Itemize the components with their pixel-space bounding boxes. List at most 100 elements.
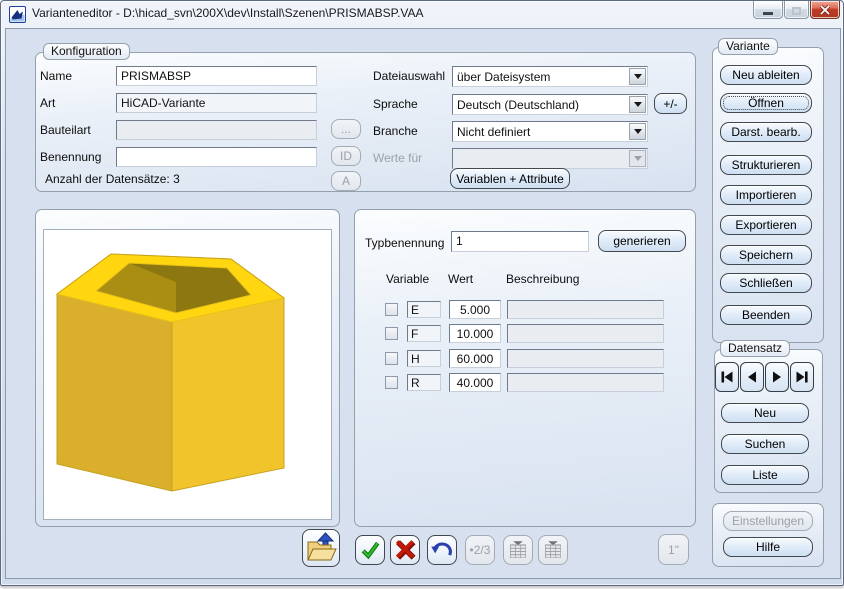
benennung-input[interactable] (116, 147, 317, 167)
benennung-label: Benennung (40, 150, 102, 164)
einstellungen-button: Einstellungen (723, 511, 813, 531)
variable-name-field: H (407, 350, 441, 367)
variablen-attribute-button[interactable]: Variablen + Attribute (450, 168, 570, 189)
table-view-button-1 (503, 535, 533, 565)
datensatz-neu-button[interactable]: Neu (721, 403, 809, 423)
varianteneditor-window: Varianteneditor - D:\hicad_svn\200X\dev\… (0, 0, 844, 586)
art-field: HiCAD-Variante (116, 93, 317, 113)
cancel-button[interactable] (390, 535, 420, 565)
branche-combobox[interactable]: Nicht definiert (452, 121, 648, 142)
app-icon (9, 6, 26, 23)
variante-group-caption: Variante (718, 38, 778, 55)
nav-first-icon (721, 371, 733, 383)
row-checkbox[interactable] (385, 352, 398, 365)
generieren-button[interactable]: generieren (598, 230, 686, 252)
typbenennung-label: Typbenennung (365, 236, 445, 250)
darst-bearb-button[interactable]: Darst. bearb. (720, 122, 812, 142)
art-label: Art (40, 96, 56, 110)
preview-3d-prism (55, 253, 286, 492)
minimize-icon (763, 11, 773, 15)
importieren-button[interactable]: Importieren (720, 185, 812, 205)
nav-previous-icon (748, 371, 756, 383)
a-button: A (331, 171, 361, 191)
maximize-button (784, 1, 809, 19)
name-label: Name (40, 69, 73, 83)
variable-name-field: F (407, 325, 441, 342)
sprache-dropdown-button[interactable] (629, 96, 646, 113)
datensatz-suchen-button[interactable]: Suchen (721, 434, 809, 454)
dateiauswahl-dropdown-button[interactable] (629, 68, 646, 85)
beschreibung-field (507, 324, 664, 343)
maximize-icon (792, 6, 801, 15)
strukturieren-button[interactable]: Strukturieren (720, 155, 812, 175)
row-checkbox[interactable] (385, 376, 398, 389)
wert-input[interactable]: 60.000 (449, 349, 501, 368)
name-input[interactable]: PRISMABSP (116, 66, 317, 86)
typ-group (354, 209, 696, 527)
chevron-down-icon (633, 74, 642, 79)
neu-ableiten-button[interactable]: Neu ableiten (720, 65, 812, 85)
table-view-button-2 (538, 535, 568, 565)
branche-dropdown-button[interactable] (629, 123, 646, 140)
anzahl-datensaetze-text: Anzahl der Datensätze: 3 (45, 172, 180, 186)
speichern-button[interactable]: Speichern (720, 245, 812, 265)
close-button[interactable] (810, 1, 840, 19)
sprache-plusminus-button[interactable]: +/- (654, 93, 687, 114)
sprache-label: Sprache (373, 97, 418, 111)
cancel-x-icon (395, 540, 416, 560)
datensatz-liste-button[interactable]: Liste (721, 465, 809, 485)
bauteilart-browse-button: ... (331, 119, 361, 139)
beschreibung-field (507, 349, 664, 368)
wert-input[interactable]: 10.000 (449, 324, 501, 343)
inch-unit-button: 1" (658, 534, 689, 565)
table-view-icon (510, 541, 526, 558)
record-previous-button[interactable] (740, 362, 764, 392)
undo-button[interactable] (427, 535, 457, 565)
oeffnen-button[interactable]: Öffnen (720, 93, 812, 113)
table-view-icon (545, 541, 561, 558)
minimize-button[interactable] (753, 1, 783, 19)
wertefuer-combobox (452, 148, 648, 169)
chevron-down-icon (633, 102, 642, 107)
preview-3d-viewport (43, 229, 332, 520)
row-checkbox[interactable] (385, 303, 398, 316)
load-from-file-button[interactable] (302, 529, 340, 567)
window-title: Varianteneditor - D:\hicad_svn\200X\dev\… (32, 6, 424, 20)
check-icon (361, 541, 380, 560)
record-last-button[interactable] (790, 362, 814, 392)
folder-upload-icon (307, 532, 337, 561)
wert-input[interactable]: 5.000 (449, 300, 501, 319)
dialog-client-area: Konfiguration Name PRISMABSP Art HiCAD-V… (5, 28, 841, 579)
wertefuer-label: Werte für (373, 151, 423, 165)
row-checkbox[interactable] (385, 327, 398, 340)
dateiauswahl-label: Dateiauswahl (373, 69, 446, 83)
variable-name-field: R (407, 374, 441, 391)
dateiauswahl-combobox[interactable]: über Dateisystem (452, 66, 648, 87)
column-header-wert: Wert (448, 272, 474, 286)
hilfe-button[interactable]: Hilfe (723, 537, 813, 557)
beenden-button[interactable]: Beenden (720, 305, 812, 325)
id-button: ID (331, 146, 361, 166)
branche-selected: Nicht definiert (457, 124, 531, 139)
nav-last-icon (796, 371, 808, 383)
datensatz-group-caption: Datensatz (720, 340, 791, 357)
exportieren-button[interactable]: Exportieren (720, 215, 812, 235)
wert-input[interactable]: 40.000 (449, 373, 501, 392)
chevron-down-icon (633, 156, 642, 161)
undo-arrow-icon (431, 542, 452, 556)
typbenennung-input[interactable]: 1 (451, 231, 589, 252)
record-next-button[interactable] (765, 362, 789, 392)
close-icon (819, 4, 831, 15)
bauteilart-field (116, 120, 317, 140)
apply-button[interactable] (355, 535, 385, 565)
beschreibung-field (507, 373, 664, 392)
chevron-down-icon (633, 129, 642, 134)
record-first-button[interactable] (715, 362, 739, 392)
titlebar[interactable]: Varianteneditor - D:\hicad_svn\200X\dev\… (1, 1, 843, 28)
branche-label: Branche (373, 124, 418, 138)
schliessen-button[interactable]: Schließen (720, 273, 812, 293)
ratio-2-3-button: •2/3 (465, 535, 495, 565)
variable-name-field: E (407, 301, 441, 318)
column-header-beschreibung: Beschreibung (506, 272, 580, 286)
sprache-combobox[interactable]: Deutsch (Deutschland) (452, 94, 648, 115)
